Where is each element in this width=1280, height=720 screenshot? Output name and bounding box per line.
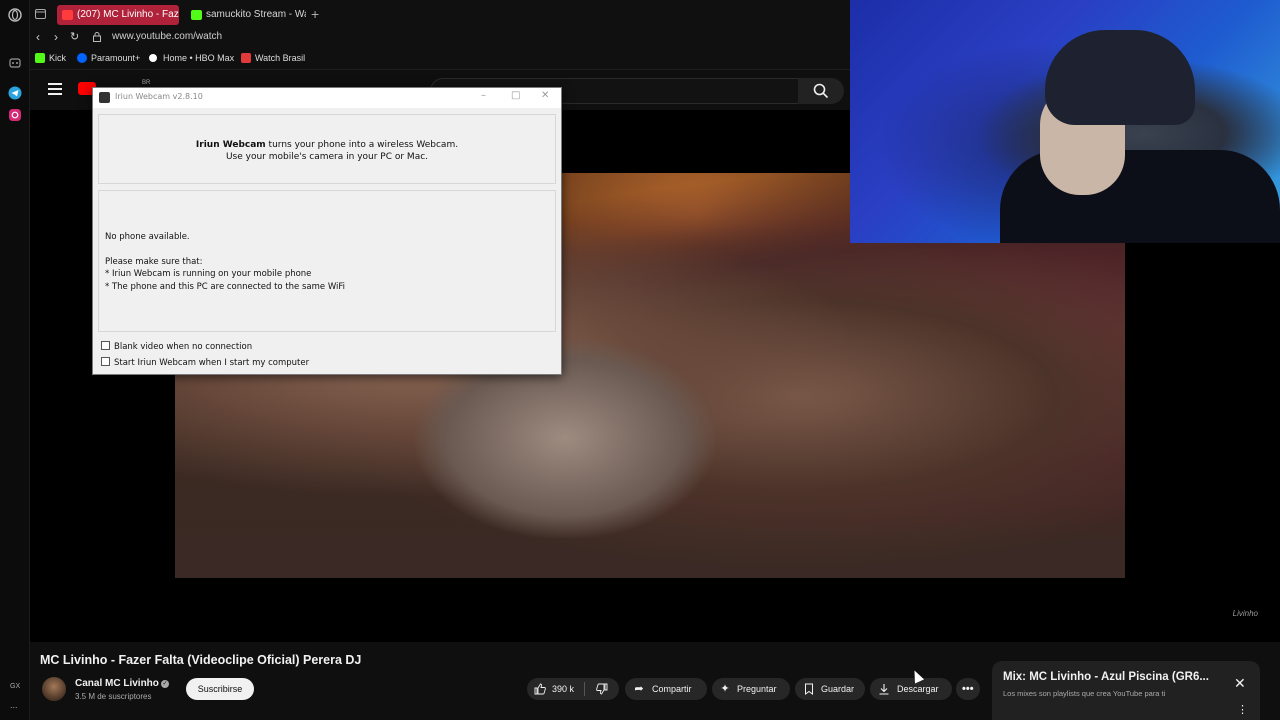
- forward-icon[interactable]: ›: [54, 30, 58, 44]
- minimize-icon[interactable]: –: [481, 90, 486, 101]
- bookmark-watch-brasil[interactable]: Watch Brasil: [241, 53, 305, 63]
- dialog-status-panel: No phone available. Please make sure tha…: [98, 190, 556, 332]
- bookmark-icon: [805, 683, 813, 695]
- download-button[interactable]: Descargar: [870, 678, 952, 700]
- blank-video-checkbox[interactable]: Blank video when no connection: [101, 341, 252, 352]
- verified-icon: ✓: [161, 680, 169, 688]
- kick-favicon-icon: [191, 10, 202, 20]
- bookmark-hbo-max[interactable]: Home • HBO Max: [149, 53, 234, 63]
- bookmark-kick[interactable]: Kick: [35, 53, 66, 63]
- subscriber-count: 3.5 M de suscriptores: [75, 692, 152, 701]
- dialog-info-panel: Iriun Webcam turns your phone into a wir…: [98, 114, 556, 184]
- address-bar: ‹ › ↻ www.youtube.com/watch: [30, 28, 850, 48]
- share-button[interactable]: ➦ Compartir: [625, 678, 707, 700]
- tagline: turns your phone into a wireless Webcam.: [265, 140, 459, 150]
- avatar[interactable]: [42, 677, 66, 701]
- kick-icon: [35, 53, 45, 63]
- menu-icon[interactable]: [48, 83, 62, 95]
- instagram-icon[interactable]: [8, 108, 22, 122]
- dialog-titlebar[interactable]: Iriun Webcam v2.8.10 – □ ✕: [93, 88, 561, 108]
- new-tab-button[interactable]: +: [311, 6, 319, 22]
- save-label: Guardar: [821, 684, 855, 694]
- channel-name[interactable]: Canal MC Livinho: [75, 678, 159, 689]
- webcam-person-cap: [1045, 30, 1195, 125]
- ask-button[interactable]: ✦ Preguntar: [712, 678, 790, 700]
- more-vert-icon[interactable]: ⋮: [1237, 703, 1248, 716]
- tab-label: (207) MC Livinho - Fazer F: [77, 9, 179, 20]
- requirement-1: * Iriun Webcam is running on your mobile…: [105, 269, 312, 279]
- iriun-dialog: Iriun Webcam v2.8.10 – □ ✕ Iriun Webcam …: [92, 87, 562, 375]
- brand-name: Iriun Webcam: [195, 140, 266, 150]
- share-label: Compartir: [652, 684, 692, 694]
- like-count[interactable]: 390 k: [552, 678, 574, 700]
- download-icon: [879, 684, 889, 695]
- mix-subtitle: Los mixes son playlists que crea YouTube…: [1003, 689, 1166, 698]
- bookmark-paramount[interactable]: Paramount+: [77, 53, 140, 63]
- gx-label[interactable]: GX: [10, 683, 20, 690]
- share-icon: ➦: [634, 683, 644, 695]
- tab-bar: (207) MC Livinho - Fazer F samuckito Str…: [30, 0, 850, 28]
- url-field[interactable]: www.youtube.com/watch: [112, 31, 222, 42]
- requirement-2: * The phone and this PC are connected to…: [105, 281, 346, 292]
- youtube-favicon-icon: [62, 10, 73, 20]
- tab-label: samuckito Stream - Watch: [206, 9, 306, 20]
- video-watermark: Livinho: [1232, 609, 1258, 618]
- lock-icon[interactable]: [93, 32, 101, 42]
- sparkle-icon: ✦: [720, 683, 730, 695]
- save-button[interactable]: Guardar: [795, 678, 865, 700]
- more-actions-button[interactable]: •••: [956, 678, 980, 700]
- search-button[interactable]: [798, 78, 844, 104]
- dislike-icon[interactable]: [596, 683, 608, 695]
- browser-sidebar: GX ...: [0, 0, 30, 720]
- reload-icon[interactable]: ↻: [70, 30, 79, 43]
- mix-panel[interactable]: Mix: MC Livinho - Azul Piscina (GR6... L…: [992, 661, 1260, 720]
- iriun-app-icon: [99, 92, 110, 103]
- bookmarks-bar: Kick Paramount+ Home • HBO Max Watch Bra…: [30, 48, 850, 70]
- maximize-icon[interactable]: □: [511, 90, 520, 101]
- region-label: BR: [142, 80, 151, 86]
- search-icon: [813, 83, 829, 99]
- more-icon: •••: [962, 683, 974, 695]
- make-sure-text: Please make sure that:: [105, 256, 203, 267]
- close-icon[interactable]: ✕: [541, 90, 549, 101]
- watch-brasil-icon: [241, 53, 251, 63]
- paramount-icon: [77, 53, 87, 63]
- subscribe-button[interactable]: Suscribirse: [186, 678, 254, 700]
- status-text: No phone available.: [105, 232, 190, 242]
- back-icon[interactable]: ‹: [36, 30, 40, 44]
- close-icon[interactable]: ✕: [1234, 675, 1246, 692]
- webcam-overlay: [850, 0, 1280, 243]
- ask-label: Preguntar: [737, 684, 777, 694]
- tab-youtube[interactable]: (207) MC Livinho - Fazer F: [57, 5, 179, 25]
- video-title: MC Livinho - Fazer Falta (Videoclipe Ofi…: [40, 653, 362, 667]
- opera-gx-icon[interactable]: [8, 8, 22, 22]
- sidebar-more-icon[interactable]: ...: [10, 700, 18, 710]
- divider: [584, 682, 585, 696]
- tab-kick[interactable]: samuckito Stream - Watch: [186, 5, 306, 25]
- tagline-2: Use your mobile's camera in your PC or M…: [225, 152, 429, 162]
- telegram-icon[interactable]: [8, 86, 22, 100]
- hbo-icon: [149, 54, 157, 62]
- mix-title[interactable]: Mix: MC Livinho - Azul Piscina (GR6...: [1003, 671, 1223, 683]
- robot-icon[interactable]: [8, 55, 22, 69]
- like-icon[interactable]: [534, 683, 546, 695]
- tab-list-icon[interactable]: [35, 9, 46, 19]
- autostart-checkbox[interactable]: Start Iriun Webcam when I start my compu…: [101, 357, 309, 368]
- like-dislike-group: 390 k: [527, 678, 619, 700]
- dialog-title: Iriun Webcam v2.8.10: [115, 92, 203, 101]
